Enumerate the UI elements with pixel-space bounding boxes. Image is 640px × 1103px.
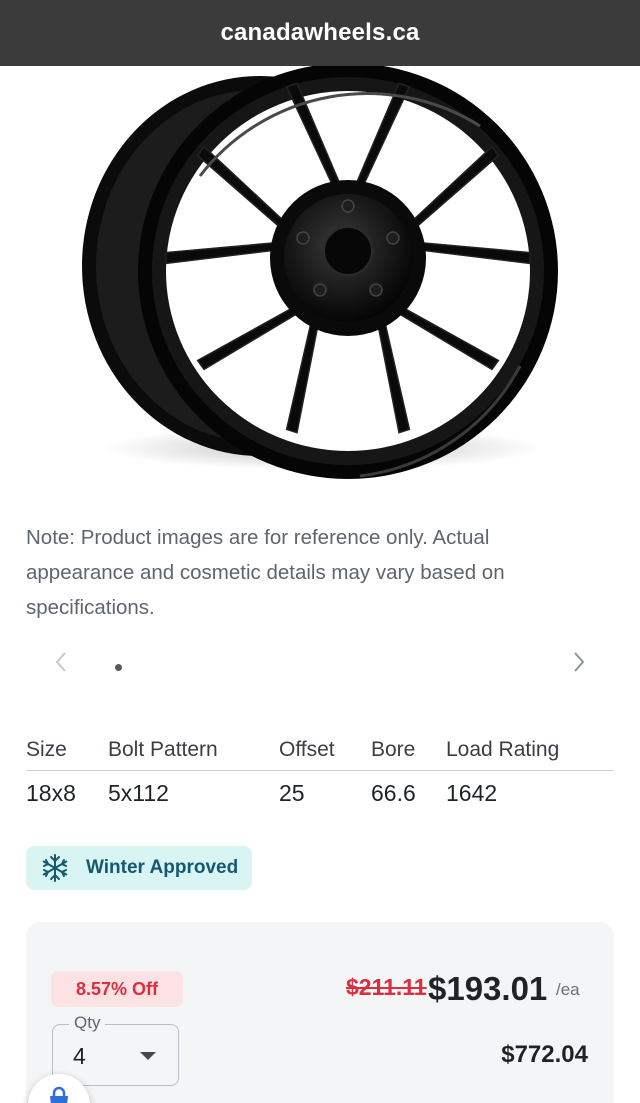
- carousel-next-button[interactable]: [566, 648, 590, 676]
- snowflake-icon: [42, 854, 68, 882]
- spec-header-bolt-pattern: Bolt Pattern: [108, 736, 279, 771]
- spec-header-bore: Bore: [371, 736, 446, 771]
- specs-value-row: 18x8 5x112 25 66.6 1642: [26, 771, 614, 808]
- spec-value-offset: 25: [279, 780, 305, 806]
- spec-value-bolt-pattern: 5x112: [108, 780, 169, 806]
- pricing-card: 8.57% Off $211.11 $193.01 /ea Qty 4 $772…: [26, 922, 614, 1103]
- spec-header-load-rating: Load Rating: [446, 736, 614, 771]
- spec-header-offset: Offset: [279, 736, 371, 771]
- original-price: $211.11: [346, 974, 427, 1000]
- spec-value-load-rating: 1642: [446, 780, 498, 806]
- badge-label: Winter Approved: [86, 857, 239, 878]
- caret-down-icon: [140, 1052, 156, 1060]
- carousel-prev-button[interactable]: [50, 648, 74, 676]
- specs-header-row: Size Bolt Pattern Offset Bore Load Ratin…: [26, 736, 614, 771]
- price-unit: /ea: [556, 980, 580, 999]
- product-image-note: Note: Product images are for reference o…: [26, 526, 505, 619]
- carousel-dot[interactable]: [115, 664, 122, 671]
- quantity-label: Qty: [69, 1013, 106, 1033]
- spec-value-size: 18x8: [26, 780, 76, 806]
- spec-value-bore: 66.6: [371, 780, 416, 806]
- shopping-bag-icon: [50, 1086, 68, 1103]
- total-price: $772.04: [501, 1041, 588, 1068]
- quantity-value: 4: [73, 1043, 86, 1069]
- sale-price: $193.01: [428, 970, 548, 1007]
- browser-url-bar[interactable]: canadawheels.ca: [0, 0, 640, 66]
- chevron-right-icon: [574, 652, 585, 672]
- domain-text: canadawheels.ca: [220, 19, 420, 46]
- spec-header-size: Size: [26, 736, 108, 771]
- wheel-icon: [82, 66, 558, 479]
- chevron-left-icon: [55, 652, 66, 672]
- discount-badge: 8.57% Off: [51, 971, 183, 1007]
- winter-approved-badge: Winter Approved: [26, 846, 252, 890]
- product-image[interactable]: [60, 66, 580, 486]
- specs-table: Size Bolt Pattern Offset Bore Load Ratin…: [26, 736, 614, 807]
